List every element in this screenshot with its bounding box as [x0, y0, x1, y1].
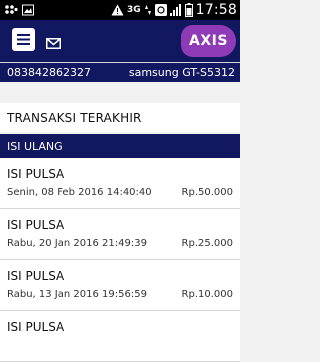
bbm-icon: [4, 4, 18, 16]
transaction-date: Rabu, 13 Jan 2016 19:56:59: [7, 289, 147, 300]
refresh-icon: [154, 4, 167, 16]
transaction-amount: Rp.10.000: [181, 289, 233, 300]
section-title: TRANSAKSI TERAKHIR: [0, 103, 240, 132]
transaction-title: ISI PULSA: [7, 320, 65, 334]
data-transfer-icon: [144, 4, 152, 16]
transaction-item[interactable]: ISI PULSA: [0, 311, 240, 362]
transaction-amount: Rp.50.000: [181, 187, 233, 198]
transaction-title: ISI PULSA: [7, 218, 65, 232]
transaction-title: ISI PULSA: [7, 167, 65, 181]
warning-icon: [111, 4, 124, 16]
transaction-item[interactable]: ISI PULSA Senin, 08 Feb 2016 14:40:40 Rp…: [0, 158, 240, 209]
account-info-strip: 083842862327 samsung GT-S5312: [0, 62, 240, 82]
transaction-date: Rabu, 20 Jan 2016 21:49:39: [7, 238, 147, 249]
axis-logo: AXIS: [181, 25, 236, 57]
menu-button[interactable]: [12, 28, 35, 51]
clock: 17:58: [195, 2, 237, 18]
transaction-amount: Rp.25.000: [181, 238, 233, 249]
transaction-list: ISI PULSA Senin, 08 Feb 2016 14:40:40 Rp…: [0, 158, 240, 362]
menu-icon: [17, 30, 30, 49]
mail-icon[interactable]: [46, 34, 61, 53]
signal-3g-icon: 3G: [126, 5, 141, 15]
phone-number: 083842862327: [7, 66, 91, 79]
app-header: AXIS: [0, 20, 240, 62]
image-icon: [22, 4, 34, 16]
transaction-title: ISI PULSA: [7, 269, 65, 283]
logo-text: AXIS: [189, 33, 228, 49]
transaction-item[interactable]: ISI PULSA Rabu, 20 Jan 2016 21:49:39 Rp.…: [0, 209, 240, 260]
transaction-date: Senin, 08 Feb 2016 14:40:40: [7, 187, 152, 198]
category-header[interactable]: ISI ULANG: [0, 134, 240, 158]
category-label: ISI ULANG: [7, 139, 63, 153]
transaction-item[interactable]: ISI PULSA Rabu, 13 Jan 2016 19:56:59 Rp.…: [0, 260, 240, 311]
battery-icon: [184, 3, 193, 17]
status-bar: 3G 17:58: [0, 0, 240, 20]
signal-icon: [169, 4, 182, 16]
device-name: samsung GT-S5312: [128, 66, 235, 79]
